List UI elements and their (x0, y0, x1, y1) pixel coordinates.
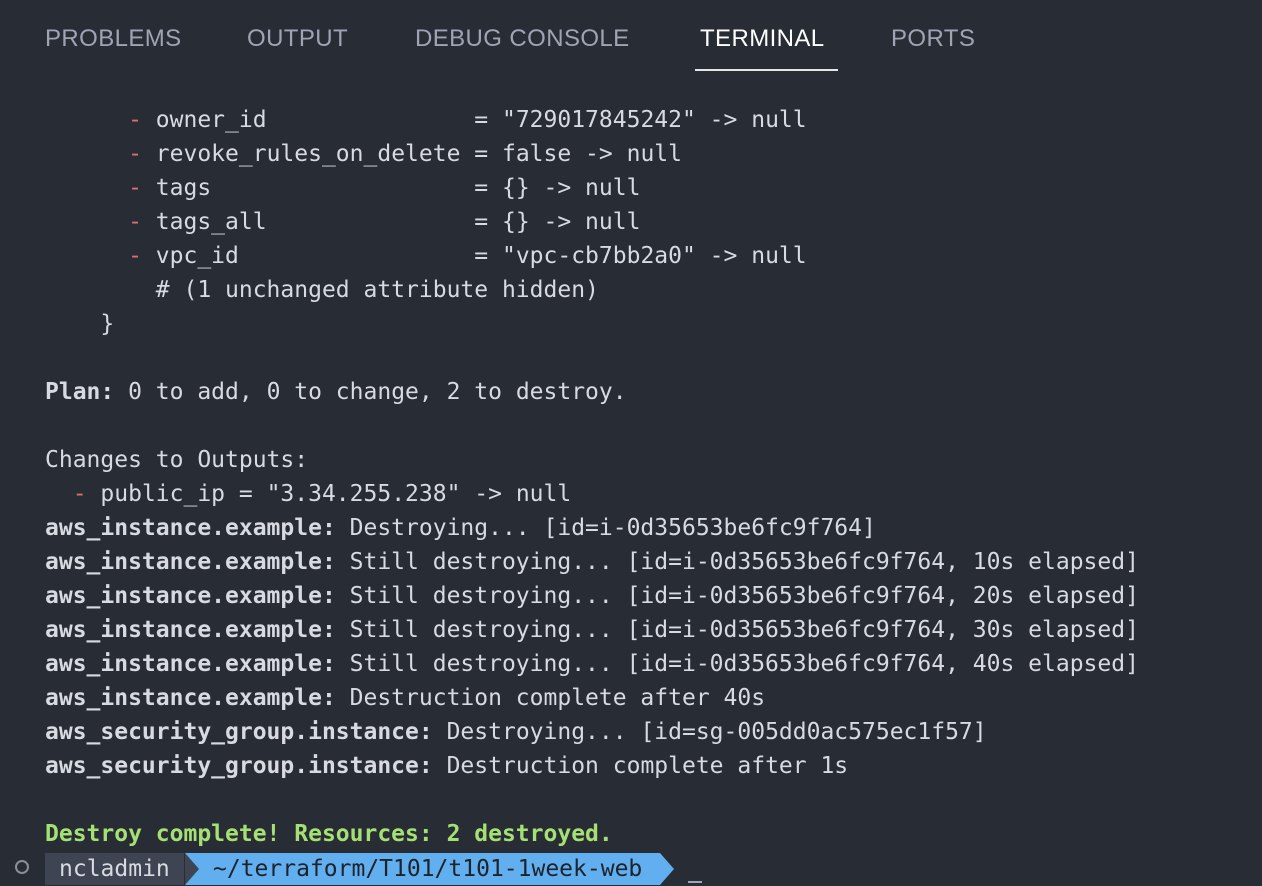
outputs-heading: Changes to Outputs: (45, 447, 309, 473)
removed-marker: - (128, 209, 156, 235)
tab-output[interactable]: OUTPUT (247, 22, 348, 56)
removed-marker: - (72, 481, 101, 507)
log-line: aws_instance.example: Destruction comple… (45, 685, 766, 711)
tab-debug-console[interactable]: DEBUG CONSOLE (415, 22, 630, 56)
resource-address: aws_instance.example: (45, 583, 336, 609)
removed-marker: - (128, 243, 156, 269)
resource-address: aws_instance.example: (45, 685, 336, 711)
tab-problems[interactable]: PROBLEMS (45, 22, 182, 56)
removed-marker: - (128, 107, 156, 133)
powerline-arrow-icon (185, 853, 199, 885)
attribute-line: - revoke_rules_on_delete = false -> null (128, 141, 682, 167)
log-line: aws_instance.example: Still destroying..… (45, 651, 1139, 677)
resource-address: aws_security_group.instance: (45, 719, 433, 745)
destroy-complete-message: Destroy complete! Resources: 2 destroyed… (45, 821, 613, 847)
terminal-output[interactable]: - owner_id = "729017845242" -> null - re… (45, 103, 1245, 851)
resource-address: aws_instance.example: (45, 549, 336, 575)
powerline-arrow-icon (660, 853, 674, 885)
log-line: aws_security_group.instance: Destroying.… (45, 719, 987, 745)
output-change-line: - public_ip = "3.34.255.238" -> null (72, 481, 572, 507)
resource-address: aws_security_group.instance: (45, 753, 433, 779)
tab-ports[interactable]: PORTS (891, 22, 975, 56)
closing-brace: } (45, 311, 115, 337)
shell-prompt[interactable]: ncladmin ~/terraform/T101/t101-1week-web (0, 851, 1262, 885)
tab-terminal[interactable]: TERMINAL (700, 22, 825, 56)
status-circle-icon (15, 860, 29, 874)
terminal-cursor (688, 881, 702, 883)
resource-address: aws_instance.example: (45, 651, 336, 677)
plan-label: Plan: (45, 379, 115, 405)
hidden-attribute-note: # (1 unchanged attribute hidden) (45, 277, 599, 303)
attribute-line: - tags_all = {} -> null (128, 209, 641, 235)
plan-summary: Plan: 0 to add, 0 to change, 2 to destro… (45, 379, 627, 405)
log-line: aws_instance.example: Still destroying..… (45, 617, 1139, 643)
log-line: aws_instance.example: Still destroying..… (45, 583, 1139, 609)
prompt-user-segment: ncladmin (45, 853, 184, 885)
active-tab-indicator (695, 69, 838, 71)
attribute-line: - vpc_id = "vpc-cb7bb2a0" -> null (128, 243, 807, 269)
resource-address: aws_instance.example: (45, 617, 336, 643)
log-line: aws_security_group.instance: Destruction… (45, 753, 849, 779)
log-line: aws_instance.example: Destroying... [id=… (45, 515, 876, 541)
attribute-line: - owner_id = "729017845242" -> null (128, 107, 807, 133)
terminal-panel: PROBLEMS OUTPUT DEBUG CONSOLE TERMINAL P… (0, 0, 1262, 886)
log-line: aws_instance.example: Still destroying..… (45, 549, 1139, 575)
removed-marker: - (128, 175, 156, 201)
attribute-line: - tags = {} -> null (128, 175, 641, 201)
panel-tab-bar: PROBLEMS OUTPUT DEBUG CONSOLE TERMINAL P… (0, 0, 1262, 78)
resource-address: aws_instance.example: (45, 515, 336, 541)
removed-marker: - (128, 141, 156, 167)
prompt-path-segment: ~/terraform/T101/t101-1week-web (185, 853, 661, 885)
